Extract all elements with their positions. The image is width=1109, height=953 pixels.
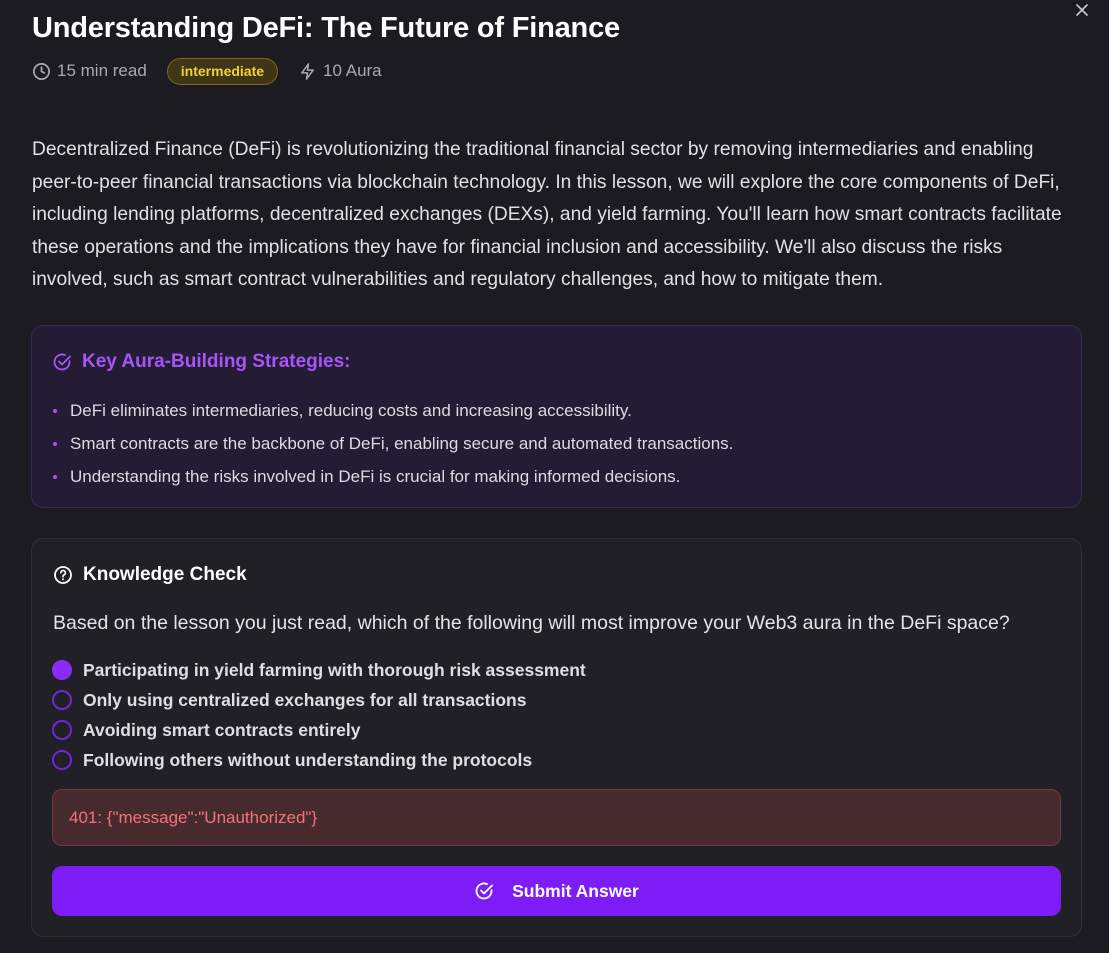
quiz-question: Based on the lesson you just read, which… xyxy=(53,612,1010,634)
lightning-icon xyxy=(301,62,314,80)
list-item-text: Understanding the risks involved in DeFi… xyxy=(70,466,681,486)
list-item: DeFi eliminates intermediaries, reducing… xyxy=(53,393,733,428)
lesson-modal: Understanding DeFi: The Future of Financ… xyxy=(0,0,1109,953)
reward: 10 Aura xyxy=(298,61,382,81)
bullet-dot xyxy=(53,474,57,479)
lesson-meta: 15 min read intermediate 10 Aura xyxy=(32,57,382,85)
reward-label: 10 Aura xyxy=(323,61,382,80)
read-time: 15 min read xyxy=(32,61,147,81)
check-circle-icon xyxy=(475,882,494,900)
strategies-panel: Key Aura-Building Strategies: DeFi elimi… xyxy=(31,325,1082,508)
level-badge: intermediate xyxy=(166,57,279,85)
close-button[interactable] xyxy=(1071,0,1093,20)
radio-button[interactable] xyxy=(52,690,72,710)
list-item-text: DeFi eliminates intermediaries, reducing… xyxy=(70,400,632,420)
error-message: 401: {"message":"Unauthorized"} xyxy=(52,789,1061,846)
radio-button[interactable] xyxy=(52,750,72,770)
answer-option-label: Avoiding smart contracts entirely xyxy=(83,719,361,740)
answer-option[interactable]: Avoiding smart contracts entirely xyxy=(52,715,586,745)
strategies-heading-label: Key Aura-Building Strategies: xyxy=(82,351,351,372)
strategies-list: DeFi eliminates intermediaries, reducing… xyxy=(53,395,733,494)
knowledge-check-heading: Knowledge Check xyxy=(53,564,247,586)
read-time-label: 15 min read xyxy=(57,61,147,80)
question-circle-icon xyxy=(54,566,72,584)
answer-option-label: Participating in yield farming with thor… xyxy=(83,659,586,680)
strategies-heading: Key Aura-Building Strategies: xyxy=(52,351,351,373)
knowledge-check-label: Knowledge Check xyxy=(83,564,247,585)
radio-button[interactable] xyxy=(52,720,72,740)
bullet-dot xyxy=(53,441,57,446)
lesson-title: Understanding DeFi: The Future of Financ… xyxy=(32,12,620,44)
answer-option[interactable]: Following others without understanding t… xyxy=(52,745,586,775)
clock-icon xyxy=(33,62,50,80)
bullet-dot xyxy=(53,408,57,413)
answer-option[interactable]: Only using centralized exchanges for all… xyxy=(52,685,586,715)
lesson-intro: Decentralized Finance (DeFi) is revoluti… xyxy=(32,139,1062,290)
submit-answer-label: Submit Answer xyxy=(512,880,639,901)
check-circle-icon xyxy=(53,353,71,371)
list-item-text: Smart contracts are the backbone of DeFi… xyxy=(70,433,734,453)
knowledge-check-panel: Knowledge Check Based on the lesson you … xyxy=(31,538,1082,937)
close-icon xyxy=(1076,4,1088,16)
answer-option-label: Following others without understanding t… xyxy=(83,749,533,770)
list-item: Smart contracts are the backbone of DeFi… xyxy=(53,426,733,461)
answer-option-label: Only using centralized exchanges for all… xyxy=(83,689,527,710)
radio-button[interactable] xyxy=(52,660,72,680)
answer-option[interactable]: Participating in yield farming with thor… xyxy=(52,655,586,685)
submit-answer-button[interactable]: Submit Answer xyxy=(52,866,1061,916)
answer-options: Participating in yield farming with thor… xyxy=(52,655,586,775)
list-item: Understanding the risks involved in DeFi… xyxy=(53,459,733,494)
